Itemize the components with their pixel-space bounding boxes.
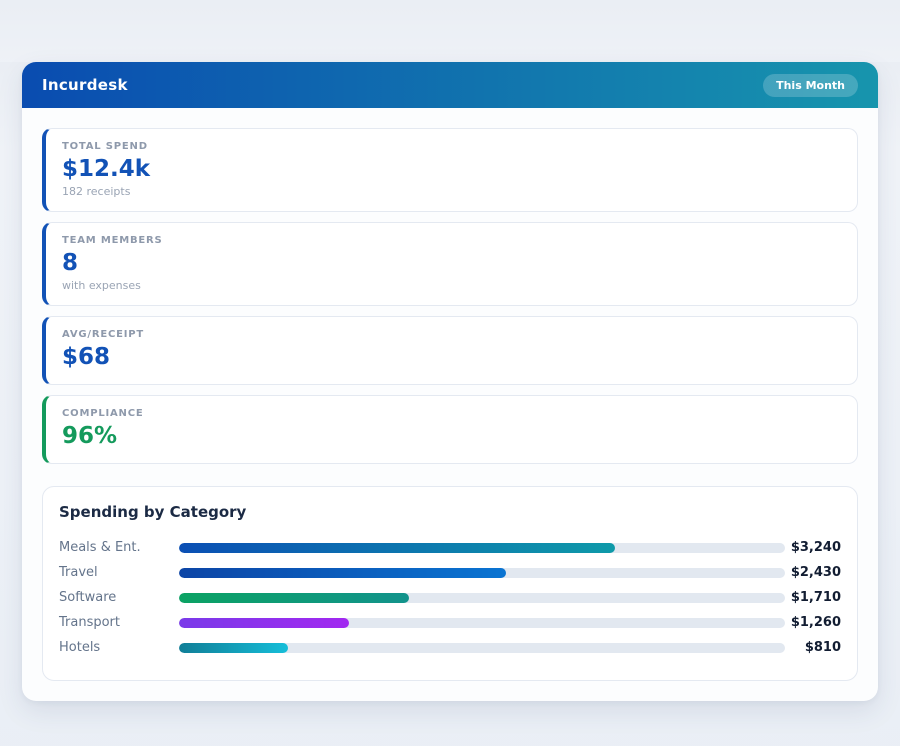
category-label: Meals & Ent. [59,540,179,555]
bar-fill [179,568,506,578]
period-badge[interactable]: This Month [763,74,858,97]
chart-title: Spending by Category [59,503,841,521]
dashboard-panel: Incurdesk This Month TOTAL SPEND $12.4k … [22,62,878,701]
bar-track [179,643,785,653]
category-label: Hotels [59,640,179,655]
chart-row: Travel $2,430 [59,560,841,585]
stat-card: TEAM MEMBERS 8 with expenses [42,222,858,306]
category-value: $1,710 [785,590,841,605]
category-label: Transport [59,615,179,630]
chart-row: Hotels $810 [59,635,841,660]
stat-label: COMPLIANCE [62,407,841,421]
bar-fill [179,643,288,653]
stat-label: TEAM MEMBERS [62,234,841,248]
app-body: TOTAL SPEND $12.4k 182 receipts TEAM MEM… [22,108,878,701]
chart-row: Meals & Ent. $3,240 [59,535,841,560]
category-value: $2,430 [785,565,841,580]
app-header: Incurdesk This Month [22,62,878,108]
stat-value: $68 [62,342,841,372]
app-title: Incurdesk [42,76,128,94]
stat-card: AVG/RECEIPT $68 [42,316,858,385]
category-label: Software [59,590,179,605]
bar-track [179,568,785,578]
stat-value: $12.4k [62,154,841,184]
stat-card: COMPLIANCE 96% [42,395,858,464]
bar-track [179,618,785,628]
bar-track [179,543,785,553]
category-label: Travel [59,565,179,580]
chart-row: Transport $1,260 [59,610,841,635]
stat-value: 8 [62,248,841,278]
category-value: $810 [785,640,841,655]
stat-label: AVG/RECEIPT [62,328,841,342]
bar-fill [179,593,409,603]
spending-chart-card: Spending by Category Meals & Ent. $3,240… [42,486,858,681]
chart-row: Software $1,710 [59,585,841,610]
stat-label: TOTAL SPEND [62,140,841,154]
stat-sub: with expenses [62,278,841,293]
stat-sub: 182 receipts [62,184,841,199]
bar-fill [179,543,615,553]
stat-card: TOTAL SPEND $12.4k 182 receipts [42,128,858,212]
category-value: $1,260 [785,615,841,630]
category-value: $3,240 [785,540,841,555]
bar-track [179,593,785,603]
stat-value: 96% [62,421,841,451]
bar-fill [179,618,349,628]
